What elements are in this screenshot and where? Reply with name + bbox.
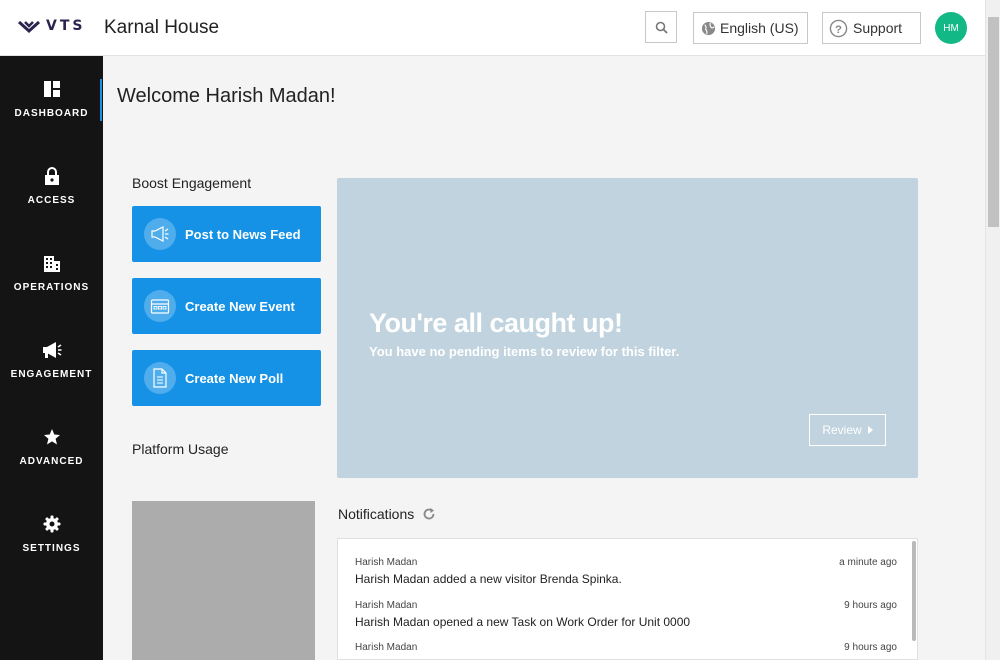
sidebar-item-dashboard[interactable]: DASHBOARD xyxy=(0,56,103,143)
platform-usage-placeholder xyxy=(132,501,315,660)
sidebar: DASHBOARD ACCESS OPERATIONS ENGAGEMENT A… xyxy=(0,56,103,660)
sidebar-item-engagement[interactable]: ENGAGEMENT xyxy=(0,317,103,404)
notifications-header: Notifications xyxy=(338,506,436,522)
notification-user: Harish Madan xyxy=(355,600,418,611)
support-label: Support xyxy=(853,20,903,36)
refresh-icon[interactable] xyxy=(422,507,436,521)
logo-text: VTS xyxy=(46,18,86,34)
language-selector[interactable]: English (US) xyxy=(693,12,808,44)
post-to-news-feed-button[interactable]: Post to News Feed xyxy=(132,206,321,262)
platform-usage-title: Platform Usage xyxy=(132,441,229,457)
sidebar-item-label: ACCESS xyxy=(27,195,76,206)
calendar-icon xyxy=(144,290,176,322)
welcome-heading: Welcome Harish Madan! xyxy=(117,85,336,107)
sidebar-item-label: SETTINGS xyxy=(22,543,81,554)
list-item[interactable]: Harish Madan 9 hours ago Harish Madan op… xyxy=(355,600,897,629)
user-avatar[interactable]: HM xyxy=(935,12,967,44)
megaphone-icon xyxy=(42,342,61,358)
search-button[interactable] xyxy=(645,11,677,43)
notification-time: 9 hours ago xyxy=(844,600,897,611)
sidebar-item-operations[interactable]: OPERATIONS xyxy=(0,230,103,317)
caught-up-title: You're all caught up! xyxy=(369,308,623,338)
caret-right-icon xyxy=(867,426,873,434)
boost-engagement-title: Boost Engagement xyxy=(132,175,252,191)
sidebar-item-settings[interactable]: SETTINGS xyxy=(0,491,103,578)
action-label: Post to News Feed xyxy=(185,226,301,242)
support-button[interactable]: ? Support xyxy=(822,12,921,44)
action-label: Create New Poll xyxy=(185,370,284,386)
review-button[interactable]: Review xyxy=(809,414,886,446)
create-new-poll-button[interactable]: Create New Poll xyxy=(132,350,321,406)
svg-text:?: ? xyxy=(835,23,842,35)
building-icon xyxy=(43,256,60,272)
sidebar-item-label: ENGAGEMENT xyxy=(10,369,93,380)
review-panel: You're all caught up! You have no pendin… xyxy=(337,178,918,478)
lock-icon xyxy=(44,167,59,185)
star-icon xyxy=(43,429,60,445)
gear-icon xyxy=(43,515,60,533)
search-icon xyxy=(655,21,668,34)
list-item[interactable]: Harish Madan 9 hours ago xyxy=(355,642,897,653)
page-scrollbar[interactable] xyxy=(985,0,1000,660)
vts-logo[interactable]: VTS xyxy=(18,18,85,34)
action-label: Create New Event xyxy=(185,298,295,314)
notification-user: Harish Madan xyxy=(355,557,418,568)
language-label: English (US) xyxy=(720,20,799,36)
caught-up-subtitle: You have no pending items to review for … xyxy=(369,344,680,359)
globe-icon xyxy=(701,21,716,35)
document-icon xyxy=(144,362,176,394)
notification-message: Harish Madan added a new visitor Brenda … xyxy=(355,572,622,586)
notification-time: 9 hours ago xyxy=(844,642,897,653)
dashboard-icon xyxy=(43,81,60,97)
top-bar: VTS Karnal House English (US) ? Support … xyxy=(0,0,985,56)
sidebar-item-access[interactable]: ACCESS xyxy=(0,143,103,230)
notifications-scrollbar[interactable] xyxy=(912,541,916,641)
notifications-title: Notifications xyxy=(338,506,415,522)
create-new-event-button[interactable]: Create New Event xyxy=(132,278,321,334)
sidebar-item-advanced[interactable]: ADVANCED xyxy=(0,404,103,491)
page-scrollbar-thumb[interactable] xyxy=(988,17,999,227)
sidebar-item-label: OPERATIONS xyxy=(13,282,90,293)
sidebar-item-label: ADVANCED xyxy=(19,456,84,467)
notifications-list[interactable]: Harish Madan a minute ago Harish Madan a… xyxy=(337,538,918,660)
review-button-label: Review xyxy=(822,423,862,437)
sidebar-item-label: DASHBOARD xyxy=(14,108,89,119)
site-title: Karnal House xyxy=(104,17,220,38)
help-icon: ? xyxy=(829,19,848,37)
notification-message: Harish Madan opened a new Task on Work O… xyxy=(355,615,691,629)
megaphone-icon xyxy=(144,218,176,250)
notification-time: a minute ago xyxy=(839,557,897,568)
vts-logo-mark-icon xyxy=(18,20,40,33)
notification-user: Harish Madan xyxy=(355,642,418,653)
list-item[interactable]: Harish Madan a minute ago Harish Madan a… xyxy=(355,557,897,586)
